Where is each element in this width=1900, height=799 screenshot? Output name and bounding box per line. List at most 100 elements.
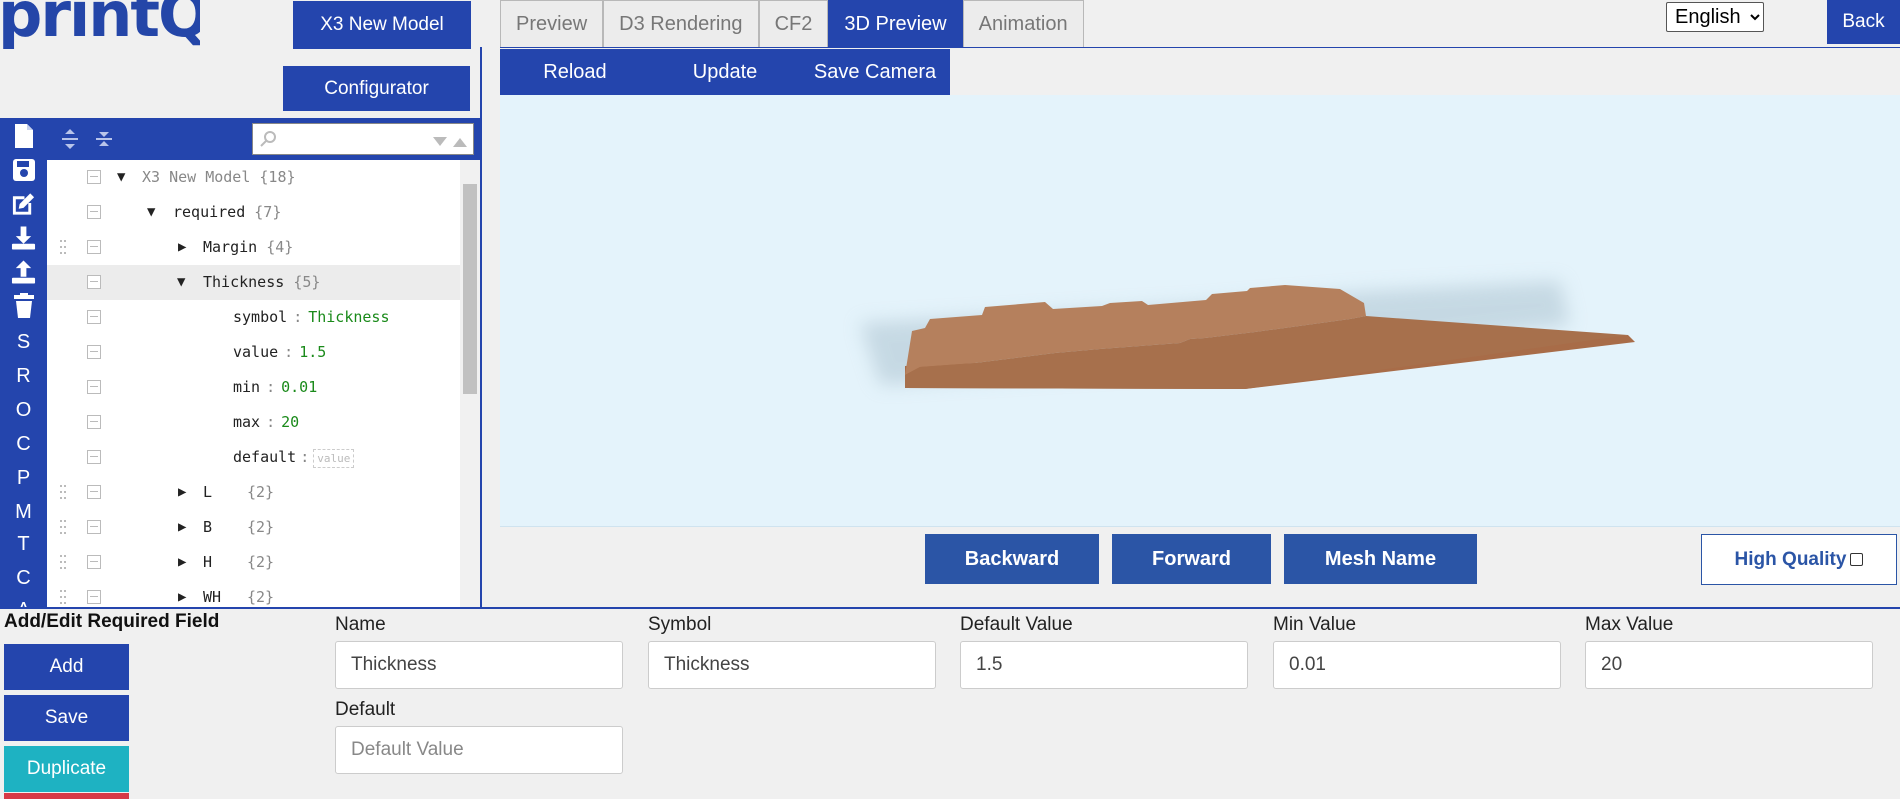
tree-node-required[interactable]: ▼ required {7}: [47, 195, 460, 230]
drag-handle-icon[interactable]: [60, 485, 66, 499]
drag-handle-icon[interactable]: [60, 590, 66, 604]
expand-arrow-icon[interactable]: ▶: [178, 554, 186, 570]
tree-node-label: B: [203, 518, 213, 536]
forward-button[interactable]: Forward: [1112, 534, 1271, 584]
tree-node-label: required {7}: [173, 203, 282, 221]
upload-icon[interactable]: [11, 258, 36, 286]
save-icon[interactable]: [11, 156, 36, 184]
3d-viewer-canvas[interactable]: [500, 95, 1900, 527]
row-select-box[interactable]: [87, 450, 101, 464]
expand-arrow-icon[interactable]: ▶: [178, 239, 186, 255]
tree-field-label: value:1.5: [233, 343, 327, 361]
collapse-arrow-icon[interactable]: ▼: [147, 204, 155, 220]
row-select-box[interactable]: [87, 520, 101, 534]
tree-node-margin[interactable]: ▶ Margin {4}: [47, 230, 460, 265]
tree-field-label: min:0.01: [233, 378, 318, 396]
tree-scrollbar[interactable]: [460, 160, 480, 607]
backward-button[interactable]: Backward: [925, 534, 1099, 584]
3d-model-render: [860, 281, 1635, 389]
edit-icon[interactable]: [11, 190, 36, 218]
tree-node-b[interactable]: ▶ B {2}: [47, 510, 460, 545]
tool-letter-m[interactable]: M: [0, 501, 47, 524]
tool-letter-s[interactable]: S: [0, 331, 47, 354]
name-input[interactable]: [335, 641, 623, 689]
tool-letter-c[interactable]: C: [0, 433, 47, 456]
row-select-box[interactable]: [87, 380, 101, 394]
row-select-box[interactable]: [87, 590, 101, 604]
tree-node-l[interactable]: ▶ L {2}: [47, 475, 460, 510]
side-toolbar: S R O C P M T C A: [0, 118, 47, 607]
tree-node-thickness[interactable]: ▼ Thickness {5}: [47, 265, 460, 300]
tool-letter-r[interactable]: R: [0, 365, 47, 388]
tree-field-symbol[interactable]: symbol: Thickness: [47, 300, 460, 335]
max-value-input[interactable]: [1585, 641, 1873, 689]
name-label: Name: [335, 614, 386, 635]
tree-node-count: {2}: [247, 588, 275, 606]
row-select-box[interactable]: [87, 555, 101, 569]
configurator-button[interactable]: Configurator: [283, 66, 470, 111]
tree-scrollbar-thumb[interactable]: [463, 184, 477, 394]
search-next-icon[interactable]: [433, 134, 447, 152]
row-select-box[interactable]: [87, 240, 101, 254]
tree-node-h[interactable]: ▶ H {2}: [47, 545, 460, 580]
tool-letter-t[interactable]: T: [0, 533, 47, 556]
row-select-box[interactable]: [87, 345, 101, 359]
default-input[interactable]: [335, 726, 623, 774]
tool-letter-c2[interactable]: C: [0, 567, 47, 590]
row-select-box[interactable]: [87, 205, 101, 219]
row-select-box[interactable]: [87, 310, 101, 324]
tree-node-wh[interactable]: ▶ WH {2}: [47, 580, 460, 607]
download-icon[interactable]: [11, 224, 36, 252]
tab-preview[interactable]: Preview: [500, 0, 604, 48]
tool-letter-p[interactable]: P: [0, 467, 47, 490]
language-select[interactable]: English: [1666, 2, 1764, 32]
tool-letter-a[interactable]: A: [0, 599, 47, 607]
drag-handle-icon[interactable]: [60, 555, 66, 569]
tab-3d-preview[interactable]: 3D Preview: [828, 0, 963, 48]
tab-cf2[interactable]: CF2: [758, 0, 829, 48]
tab-animation[interactable]: Animation: [962, 0, 1084, 48]
collapse-arrow-icon[interactable]: ▼: [117, 169, 125, 185]
row-select-box[interactable]: [87, 275, 101, 289]
search-previous-icon[interactable]: [453, 134, 467, 152]
min-value-input[interactable]: [1273, 641, 1561, 689]
mesh-name-button[interactable]: Mesh Name: [1284, 534, 1477, 584]
high-quality-checkbox[interactable]: [1850, 553, 1864, 566]
add-button[interactable]: Add: [4, 644, 129, 690]
row-select-box[interactable]: [87, 415, 101, 429]
tree-field-label: symbol: Thickness: [233, 308, 390, 326]
trash-icon[interactable]: [11, 292, 36, 320]
tree-field-empty-value[interactable]: value: [313, 449, 355, 468]
tree-field-max[interactable]: max:20: [47, 405, 460, 440]
expand-arrow-icon[interactable]: ▶: [178, 589, 186, 605]
tree-field-default[interactable]: default: value: [47, 440, 460, 475]
tool-letter-o[interactable]: O: [0, 399, 47, 422]
tree-node-root[interactable]: ▼ X3 New Model {18}: [47, 160, 460, 195]
new-file-icon[interactable]: [11, 122, 36, 150]
update-button[interactable]: Update: [650, 49, 800, 95]
save-button[interactable]: Save: [4, 695, 129, 741]
model-name-button[interactable]: X3 New Model: [293, 1, 471, 49]
tree-field-min[interactable]: min:0.01: [47, 370, 460, 405]
tree-field-value[interactable]: value:1.5: [47, 335, 460, 370]
high-quality-toggle[interactable]: High Quality: [1701, 534, 1897, 585]
default-value-input[interactable]: [960, 641, 1248, 689]
back-button[interactable]: Back: [1827, 0, 1900, 44]
tree-search-input[interactable]: [252, 123, 474, 155]
row-select-box[interactable]: [87, 170, 101, 184]
expand-arrow-icon[interactable]: ▶: [178, 484, 186, 500]
collapse-arrow-icon[interactable]: ▼: [177, 274, 185, 290]
delete-button[interactable]: [4, 793, 129, 799]
expand-arrow-icon[interactable]: ▶: [178, 519, 186, 535]
drag-handle-icon[interactable]: [60, 240, 66, 254]
tab-d3-rendering[interactable]: D3 Rendering: [603, 0, 759, 48]
symbol-input[interactable]: [648, 641, 936, 689]
row-select-box[interactable]: [87, 485, 101, 499]
save-camera-button[interactable]: Save Camera: [800, 49, 950, 95]
drag-handle-icon[interactable]: [60, 520, 66, 534]
expand-all-icon[interactable]: [61, 128, 79, 155]
form-title: Add/Edit Required Field: [4, 611, 220, 632]
reload-button[interactable]: Reload: [500, 49, 650, 95]
duplicate-button[interactable]: Duplicate: [4, 746, 129, 792]
collapse-all-icon[interactable]: [95, 128, 113, 155]
